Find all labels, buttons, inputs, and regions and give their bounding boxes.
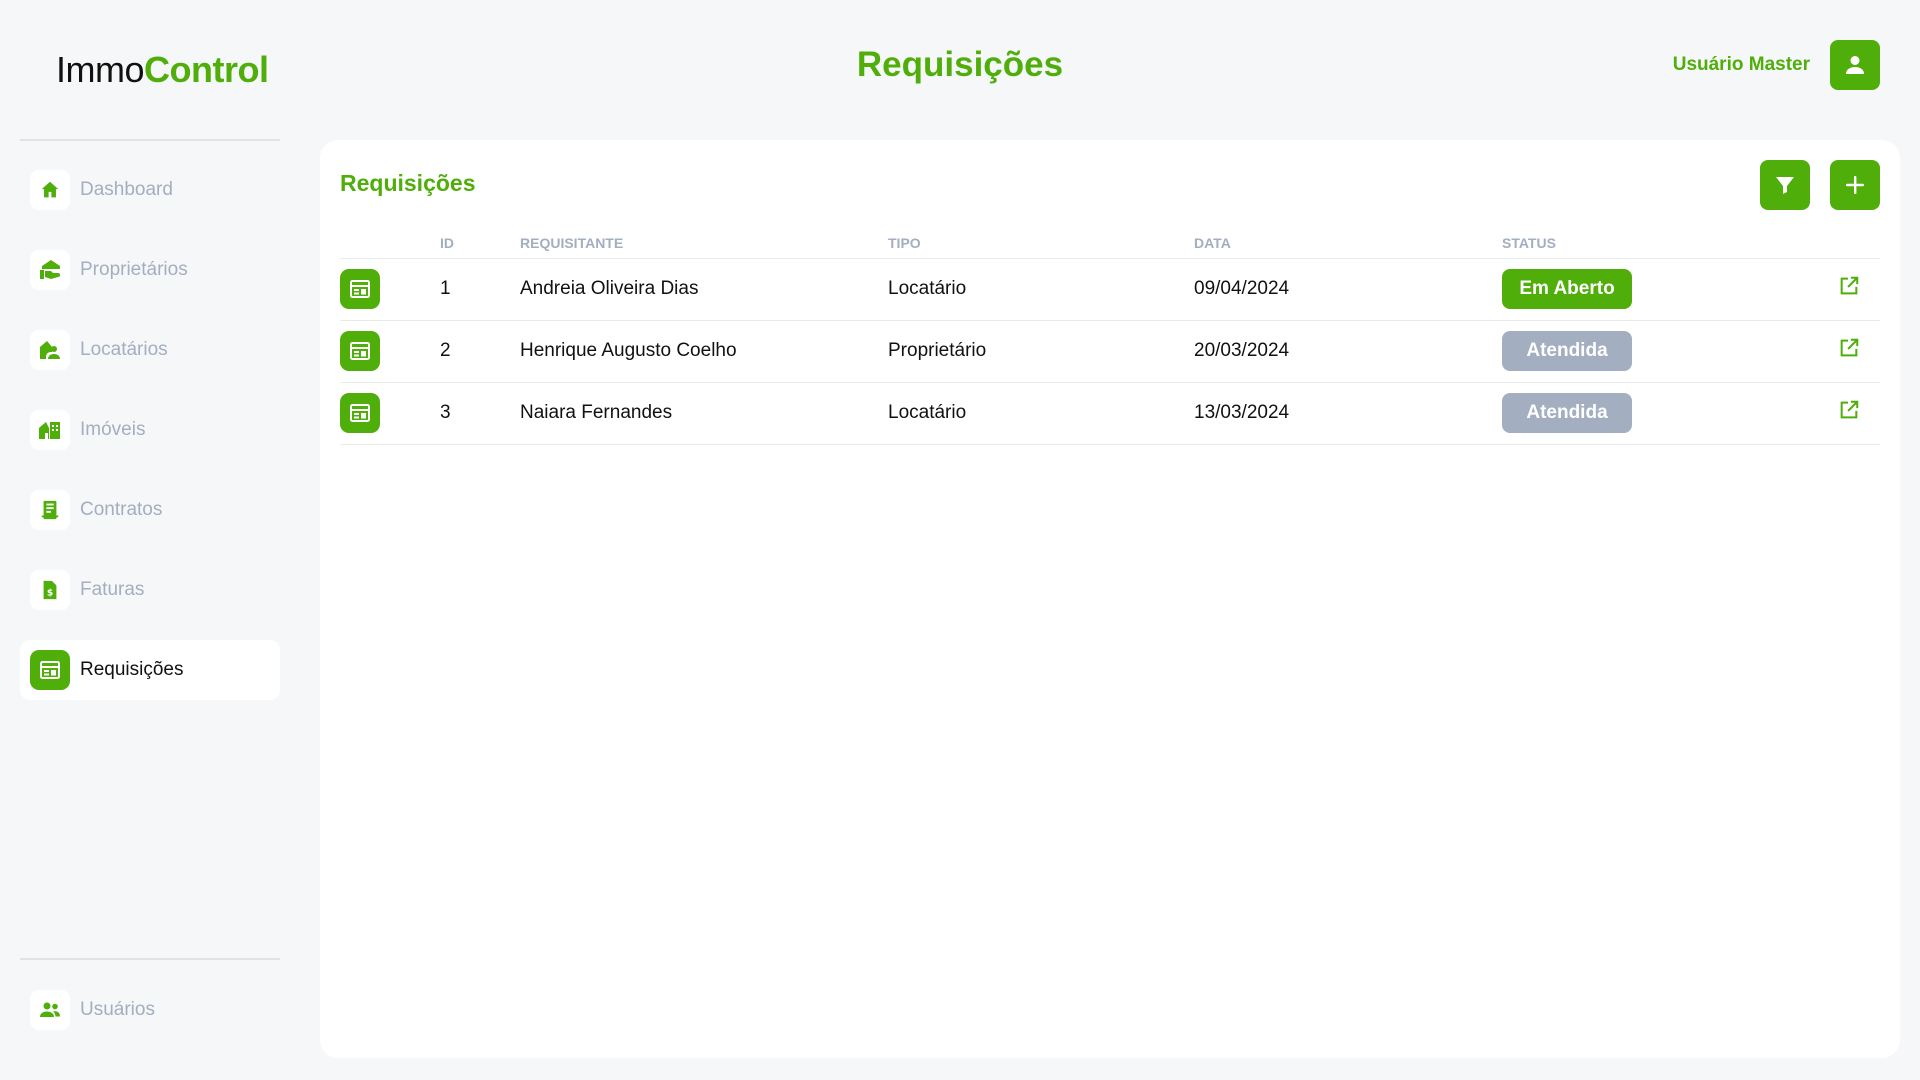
column-header-status[interactable]: STATUS	[1502, 228, 1822, 259]
request-icon	[40, 661, 60, 679]
cell-requisitante: Naiara Fernandes	[520, 382, 888, 445]
table-header-row: ID REQUISITANTE TIPO DATA STATUS	[340, 228, 1880, 259]
sidebar-item-label: Dashboard	[80, 179, 173, 200]
table-row[interactable]: 1 Andreia Oliveira Dias Locatário 09/04/…	[340, 258, 1880, 321]
cell-tipo: Proprietário	[888, 320, 1194, 383]
user-name[interactable]: Usuário Master	[1673, 54, 1810, 76]
column-header-data[interactable]: DATA	[1194, 228, 1502, 259]
sidebar-item-label: Faturas	[80, 579, 145, 600]
property-icon	[39, 422, 60, 439]
request-row-icon-button[interactable]	[340, 393, 380, 433]
status-badge: Atendida	[1502, 393, 1632, 433]
cell-id: 3	[440, 382, 520, 445]
request-row-icon-button[interactable]	[340, 269, 380, 309]
request-row-icon-button[interactable]	[340, 331, 380, 371]
sidebar: Dashboard Proprietários Locatários Imóve…	[20, 0, 280, 1080]
app-root: ImmoControl Requisições Usuário Master D…	[0, 0, 1920, 1080]
owner-icon	[40, 260, 60, 279]
sidebar-bottom-nav: Usuários	[20, 980, 280, 1060]
user-menu: Usuário Master	[1673, 40, 1880, 90]
plus-icon	[1846, 176, 1864, 194]
column-header-tipo[interactable]: TIPO	[888, 228, 1194, 259]
requests-card: Requisições ID REQUISITANTE TIPO DATA ST…	[320, 140, 1900, 1058]
sidebar-divider-bottom	[20, 958, 280, 960]
status-badge: Em Aberto	[1502, 269, 1632, 309]
contract-icon	[41, 500, 59, 520]
sidebar-item-requisicoes[interactable]: Requisições	[20, 640, 280, 700]
page-title: Requisições	[856, 45, 1064, 84]
sidebar-item-usuarios[interactable]: Usuários	[20, 980, 280, 1040]
users-icon	[40, 1002, 60, 1017]
sidebar-item-label: Usuários	[80, 999, 155, 1020]
status-badge: Atendida	[1502, 331, 1632, 371]
cell-requisitante: Henrique Augusto Coelho	[520, 320, 888, 383]
filter-icon	[1776, 177, 1794, 194]
cell-tipo: Locatário	[888, 382, 1194, 445]
sidebar-item-faturas[interactable]: $ Faturas	[20, 560, 280, 620]
requests-table: ID REQUISITANTE TIPO DATA STATUS 1 Andre…	[340, 228, 1880, 445]
open-request-link[interactable]	[1838, 399, 1860, 421]
cell-tipo: Locatário	[888, 258, 1194, 321]
filter-button[interactable]	[1760, 160, 1810, 210]
sidebar-item-proprietarios[interactable]: Proprietários	[20, 240, 280, 300]
request-icon	[350, 404, 370, 422]
sidebar-item-dashboard[interactable]: Dashboard	[20, 160, 280, 220]
table-row[interactable]: 2 Henrique Augusto Coelho Proprietário 2…	[340, 320, 1880, 383]
card-actions	[1760, 160, 1880, 210]
sidebar-item-imoveis[interactable]: Imóveis	[20, 400, 280, 460]
column-header-requisitante[interactable]: REQUISITANTE	[520, 228, 888, 259]
open-request-link[interactable]	[1838, 275, 1860, 297]
sidebar-item-contratos[interactable]: Contratos	[20, 480, 280, 540]
table-row[interactable]: 3 Naiara Fernandes Locatário 13/03/2024 …	[340, 382, 1880, 445]
sidebar-item-label: Requisições	[80, 659, 184, 680]
sidebar-item-label: Imóveis	[80, 419, 146, 440]
external-link-icon	[1840, 400, 1859, 419]
column-header-id[interactable]: ID	[440, 228, 520, 259]
sidebar-divider-top	[20, 139, 280, 141]
sidebar-item-locatarios[interactable]: Locatários	[20, 320, 280, 380]
home-icon	[41, 181, 59, 198]
cell-data: 09/04/2024	[1194, 258, 1502, 321]
request-icon	[350, 342, 370, 360]
external-link-icon	[1840, 276, 1859, 295]
request-icon	[350, 280, 370, 298]
invoice-icon: $	[43, 580, 57, 600]
add-request-button[interactable]	[1830, 160, 1880, 210]
cell-data: 13/03/2024	[1194, 382, 1502, 445]
open-request-link[interactable]	[1838, 337, 1860, 359]
sidebar-nav: Dashboard Proprietários Locatários Imóve…	[20, 160, 280, 720]
tenant-icon	[40, 341, 60, 359]
card-title: Requisições	[340, 170, 476, 196]
external-link-icon	[1840, 338, 1859, 357]
svg-text:$: $	[47, 588, 53, 599]
cell-requisitante: Andreia Oliveira Dias	[520, 258, 888, 321]
cell-data: 20/03/2024	[1194, 320, 1502, 383]
cell-id: 2	[440, 320, 520, 383]
user-icon	[1846, 56, 1864, 74]
sidebar-item-label: Proprietários	[80, 259, 188, 280]
cell-id: 1	[440, 258, 520, 321]
sidebar-item-label: Contratos	[80, 499, 163, 520]
user-avatar-button[interactable]	[1830, 40, 1880, 90]
sidebar-item-label: Locatários	[80, 339, 168, 360]
